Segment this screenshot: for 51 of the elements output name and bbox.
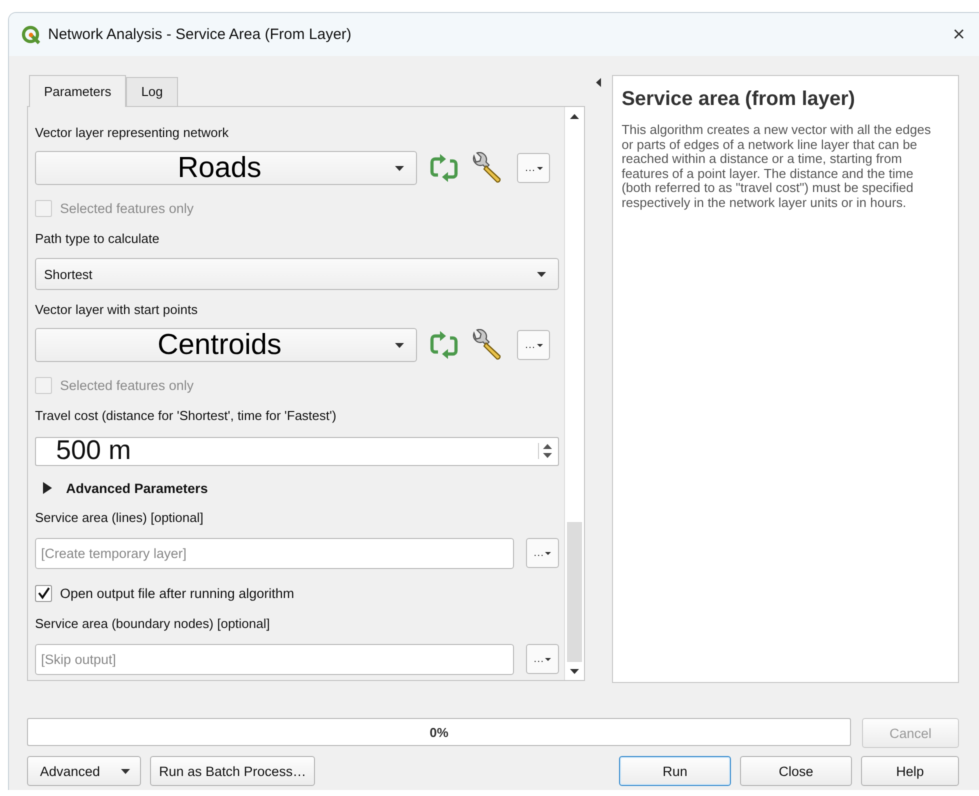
number-field[interactable]: 500 m <box>35 436 559 466</box>
output-field[interactable]: [Create temporary layer] <box>35 538 514 568</box>
close-button[interactable]: × <box>948 22 969 46</box>
caret-icon <box>536 344 542 346</box>
options-button[interactable]: … <box>526 644 559 674</box>
batch-process-button[interactable]: Run as Batch Process… <box>150 756 316 786</box>
sync-icon[interactable] <box>429 154 459 182</box>
caret-icon <box>536 166 542 170</box>
dialog-button[interactable]: Run <box>619 756 731 786</box>
dialog-button[interactable]: Help <box>861 756 959 786</box>
sync-icon[interactable] <box>429 331 459 359</box>
collapse-arrow-icon[interactable] <box>596 78 601 87</box>
help-title: Service area (from layer) <box>622 88 856 111</box>
layer-dropdown[interactable]: Roads <box>35 151 417 185</box>
caret-icon <box>545 658 552 660</box>
advanced-menu-button[interactable]: Advanced <box>27 756 141 786</box>
scroll-up-icon[interactable] <box>570 114 579 118</box>
scroll-down-icon[interactable] <box>570 668 579 674</box>
scrollbar-thumb[interactable] <box>566 522 582 662</box>
help-text: This algorithm creates a new vector with all the edges or parts of edges of a network line layer that can be reached within a distance or a time, starting from features of a point layer. The distance and the time (both referred to as "travel cost") must be specified respectively in the network layer units or in hours. <box>622 123 932 211</box>
triangle-icon <box>43 482 52 494</box>
caret-icon <box>395 342 404 348</box>
dialog-button[interactable]: Close <box>740 756 852 786</box>
field-label: Vector layer with start points <box>35 301 199 319</box>
spin-arrows-icon[interactable] <box>538 443 552 459</box>
tab[interactable]: Log <box>126 77 178 106</box>
caret-icon <box>536 272 546 276</box>
checkbox-label: Selected features only <box>60 200 194 216</box>
field-label: Service area (boundary nodes) [optional] <box>35 615 271 633</box>
advanced-parameters-toggle[interactable]: Advanced Parameters <box>35 478 559 498</box>
caret-icon <box>121 768 130 774</box>
app-logo-icon <box>21 24 41 44</box>
tab[interactable]: Parameters <box>29 75 126 107</box>
output-field[interactable]: [Skip output] <box>35 644 514 674</box>
checkbox-label: Selected features only <box>60 378 194 392</box>
field-label: Vector layer representing network <box>35 124 230 142</box>
checkbox[interactable] <box>35 584 52 602</box>
dropdown[interactable]: Shortest <box>35 258 559 290</box>
scrollbar[interactable] <box>564 107 584 680</box>
options-button[interactable]: … <box>517 330 550 360</box>
options-button[interactable]: … <box>526 538 559 568</box>
field-label: Travel cost (distance for 'Shortest', time for 'Fastest') <box>35 407 338 425</box>
field-label: Path type to calculate <box>35 230 160 248</box>
caret-icon <box>395 166 404 170</box>
progress-text: 0% <box>430 724 448 740</box>
caret-icon <box>545 552 552 554</box>
checkbox-label: Open output file after running algorithm <box>60 586 294 600</box>
layer-dropdown[interactable]: Centroids <box>35 328 417 362</box>
window-title: Network Analysis - Service Area (From Layer) <box>48 26 352 43</box>
field-label: Service area (lines) [optional] <box>35 509 204 527</box>
options-button[interactable]: … <box>517 153 550 183</box>
